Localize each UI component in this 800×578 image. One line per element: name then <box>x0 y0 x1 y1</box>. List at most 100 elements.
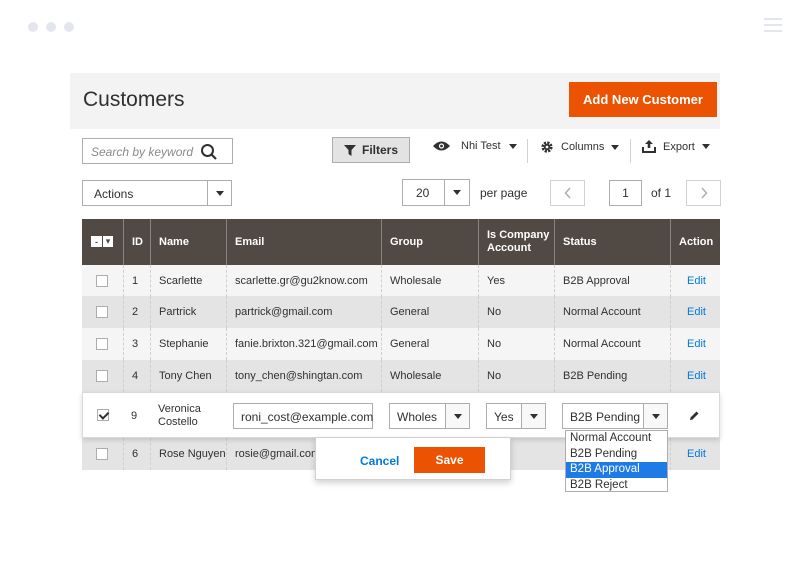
cell-action: Edit <box>670 360 720 392</box>
edit-link[interactable]: Edit <box>687 275 706 287</box>
edit-row-first-name: Veronica <box>158 403 201 415</box>
cell-email: tony_chen@shingtan.com <box>226 360 381 392</box>
cell-id: 3 <box>123 328 150 360</box>
group-select-value: Wholes <box>397 410 438 424</box>
page-total: of 1 <box>651 186 672 200</box>
cell-action: Edit <box>670 265 720 297</box>
group-select[interactable]: Wholes <box>389 403 470 429</box>
add-new-customer-button[interactable]: Add New Customer <box>569 82 717 117</box>
chevron-left-icon <box>563 187 571 199</box>
divider <box>630 139 631 163</box>
window-dot <box>28 22 38 32</box>
search-icon[interactable] <box>200 143 218 161</box>
company-account-select[interactable]: Yes <box>486 403 546 429</box>
hamburger-menu-icon[interactable] <box>764 18 782 36</box>
row-checkbox[interactable] <box>96 306 108 318</box>
row-checkbox[interactable] <box>96 448 108 460</box>
prev-page-button[interactable] <box>550 180 585 206</box>
status-option-b2b-pending[interactable]: B2B Pending <box>566 447 667 463</box>
columns-control[interactable]: Columns <box>540 140 620 154</box>
chevron-down-icon <box>701 144 710 149</box>
export-label: Export <box>663 140 695 153</box>
row-checkbox[interactable] <box>96 370 108 382</box>
column-header-group[interactable]: Group <box>381 219 478 265</box>
row-select-cell <box>82 296 123 328</box>
inline-edit-actions: Cancel Save <box>315 437 511 480</box>
edit-link[interactable]: Edit <box>687 306 706 318</box>
cell-email: scarlette.gr@gu2know.com <box>226 265 381 297</box>
window-dot <box>64 22 74 32</box>
company-account-value: Yes <box>494 410 514 424</box>
column-header-name[interactable]: Name <box>150 219 226 265</box>
mass-select-header[interactable]: - ▾ <box>82 219 123 265</box>
row-select-cell <box>82 265 123 297</box>
status-option-normal-account[interactable]: Normal Account <box>566 431 667 447</box>
column-header-id[interactable]: ID <box>123 219 150 265</box>
cell-id: 2 <box>123 296 150 328</box>
cell-name: Rose Nguyen <box>150 438 226 470</box>
cell-group: General <box>381 328 478 360</box>
minus-icon: - <box>95 236 98 247</box>
gear-icon <box>541 141 553 153</box>
view-switcher[interactable]: Nhi Test <box>432 140 517 152</box>
table-row: 3 Stephanie fanie.brixton.321@gmail.com … <box>82 328 720 360</box>
row-checkbox-checked[interactable] <box>97 409 109 421</box>
edit-row-last-name: Costello <box>158 416 198 428</box>
cell-group: General <box>381 296 478 328</box>
next-page-button[interactable] <box>686 180 721 206</box>
pencil-icon[interactable] <box>689 410 700 421</box>
cell-action: Edit <box>670 328 720 360</box>
row-checkbox[interactable] <box>96 275 108 287</box>
edit-row-name: Veronica Costello <box>158 403 201 429</box>
actions-select[interactable]: Actions <box>82 180 232 206</box>
edit-row-id: 9 <box>131 410 138 422</box>
view-label: Nhi Test <box>461 140 501 152</box>
per-page-select[interactable]: 20 <box>402 179 470 206</box>
cell-action: Edit <box>670 296 720 328</box>
chevron-down-icon <box>207 181 231 205</box>
row-select-cell <box>82 328 123 360</box>
cell-status: Normal Account <box>554 328 670 360</box>
filters-button[interactable]: Filters <box>332 137 410 163</box>
per-page-label: per page <box>480 186 528 200</box>
table-header: - ▾ ID Name Email Group Is Company Accou… <box>82 219 720 265</box>
per-page-value: 20 <box>416 186 430 200</box>
status-option-b2b-reject[interactable]: B2B Reject <box>566 478 667 494</box>
edit-link[interactable]: Edit <box>687 370 706 382</box>
chevron-down-icon <box>445 404 469 428</box>
edit-link[interactable]: Edit <box>687 338 706 350</box>
page-number-input[interactable]: 1 <box>609 180 642 206</box>
column-header-email[interactable]: Email <box>226 219 381 265</box>
mass-select-control[interactable]: - ▾ <box>91 236 113 247</box>
save-button[interactable]: Save <box>414 447 485 473</box>
cell-id: 6 <box>123 438 150 470</box>
cell-company: No <box>478 328 554 360</box>
cell-name: Stephanie <box>150 328 226 360</box>
column-header-company-account[interactable]: Is Company Account <box>478 219 554 265</box>
table-row: 1 Scarlette scarlette.gr@gu2know.com Who… <box>82 265 720 297</box>
chevron-down-icon: ▾ <box>102 236 113 247</box>
cancel-button[interactable]: Cancel <box>360 454 399 468</box>
column-header-status[interactable]: Status <box>554 219 670 265</box>
cell-email: fanie.brixton.321@gmail.com <box>226 328 381 360</box>
cell-company: Yes <box>478 265 554 297</box>
search-input[interactable]: Search by keyword <box>82 138 233 164</box>
actions-label: Actions <box>94 187 134 201</box>
email-field-value: roni_cost@example.com <box>241 410 373 424</box>
export-control[interactable]: Export <box>642 140 710 153</box>
status-select-value: B2B Pending <box>570 410 641 424</box>
chevron-down-icon <box>643 404 667 428</box>
page-title: Customers <box>83 88 185 111</box>
row-checkbox[interactable] <box>96 338 108 350</box>
email-field[interactable]: roni_cost@example.com <box>233 403 373 429</box>
cell-name: Tony Chen <box>150 360 226 392</box>
chevron-right-icon <box>700 187 708 199</box>
cell-status: Normal Account <box>554 296 670 328</box>
edit-link[interactable]: Edit <box>687 448 706 460</box>
cell-company: No <box>478 296 554 328</box>
status-select[interactable]: B2B Pending <box>562 403 668 429</box>
status-option-b2b-approval[interactable]: B2B Approval <box>566 462 667 478</box>
chevron-down-icon <box>444 180 469 205</box>
cell-email: partrick@gmail.com <box>226 296 381 328</box>
search-placeholder: Search by keyword <box>91 145 194 159</box>
